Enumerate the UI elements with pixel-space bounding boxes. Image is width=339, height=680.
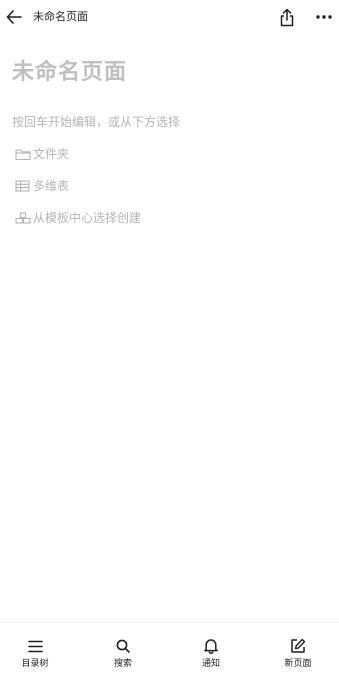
bottom-nav: 目录树 搜索 通知 新页面	[0, 622, 339, 680]
share-button[interactable]	[277, 6, 297, 28]
option-label: 多维表	[33, 179, 70, 193]
more-icon	[316, 15, 332, 19]
folder-icon	[14, 147, 31, 161]
header-title: 未命名页面	[33, 10, 88, 23]
back-arrow-icon	[6, 10, 22, 24]
more-button[interactable]	[313, 7, 335, 27]
option-table[interactable]: 多维表	[14, 177, 69, 195]
nav-tab-label: 目录树	[21, 659, 49, 669]
top-bar: 未命名页面	[0, 0, 339, 34]
option-template[interactable]: 从模板中心选择创建	[14, 209, 141, 227]
nav-tab-notifications[interactable]: 通知	[181, 637, 241, 670]
editor-hint[interactable]: 按回车开始编辑，或从下方选择	[12, 114, 180, 130]
nav-tab-label: 新页面	[284, 659, 312, 669]
template-icon	[14, 211, 31, 225]
option-label: 从模板中心选择创建	[33, 211, 142, 225]
nav-tab-label: 搜索	[113, 659, 132, 669]
menu-icon	[27, 640, 43, 652]
nav-tab-directory[interactable]: 目录树	[5, 637, 65, 670]
nav-tab-new-page[interactable]: 新页面	[268, 637, 328, 670]
nav-tab-label: 通知	[201, 659, 220, 669]
new-page-icon	[291, 638, 306, 653]
table-icon	[14, 179, 31, 193]
nav-tab-search[interactable]: 搜索	[93, 637, 153, 670]
option-folder[interactable]: 文件夹	[14, 145, 69, 163]
share-icon	[280, 8, 294, 26]
option-label: 文件夹	[33, 147, 70, 161]
page-title-input[interactable]: 未命名页面	[12, 59, 127, 87]
back-button[interactable]	[4, 7, 24, 27]
search-icon	[116, 639, 130, 653]
bell-icon	[204, 639, 218, 654]
